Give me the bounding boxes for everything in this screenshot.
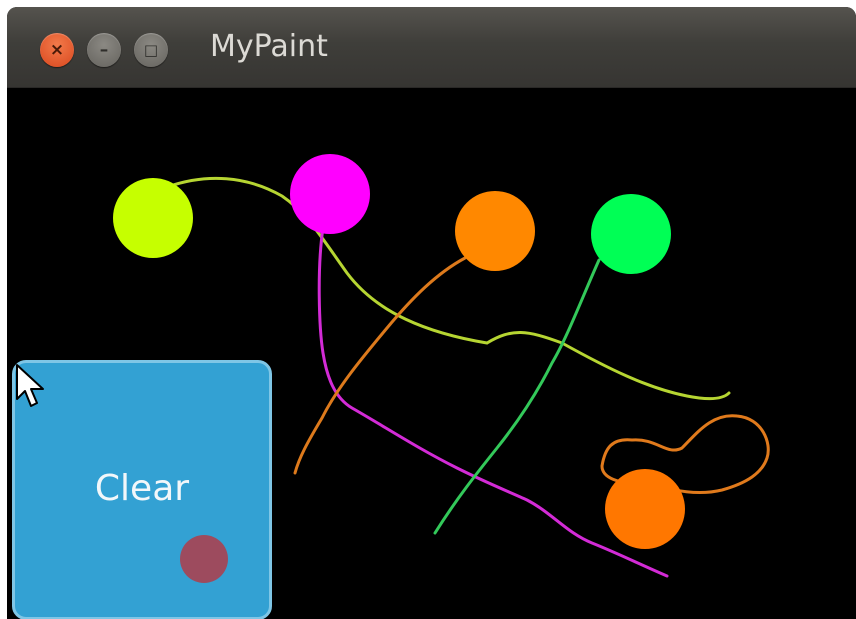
- maximize-button[interactable]: □: [134, 33, 168, 67]
- app-window: × – □ MyPaint Clear: [7, 7, 856, 619]
- minimize-icon: –: [99, 40, 109, 60]
- touch-indicator: [180, 535, 228, 583]
- paint-circle-orange-2: [605, 469, 685, 549]
- title-bar[interactable]: × – □ MyPaint: [7, 7, 856, 88]
- paint-circle-magenta: [290, 154, 370, 234]
- clear-button[interactable]: Clear: [12, 360, 272, 619]
- stroke-green: [433, 258, 601, 535]
- paint-circle-orange: [455, 191, 535, 271]
- maximize-icon: □: [143, 41, 159, 59]
- paint-canvas[interactable]: Clear: [7, 88, 856, 619]
- paint-circle-green: [591, 194, 671, 274]
- close-icon: ×: [49, 40, 65, 60]
- minimize-button[interactable]: –: [87, 33, 121, 67]
- window-title: MyPaint: [210, 29, 328, 64]
- clear-button-label: Clear: [94, 468, 190, 509]
- paint-circle-yellow-green: [113, 178, 193, 258]
- mouse-pointer-icon: [16, 364, 44, 407]
- close-button[interactable]: ×: [40, 33, 74, 67]
